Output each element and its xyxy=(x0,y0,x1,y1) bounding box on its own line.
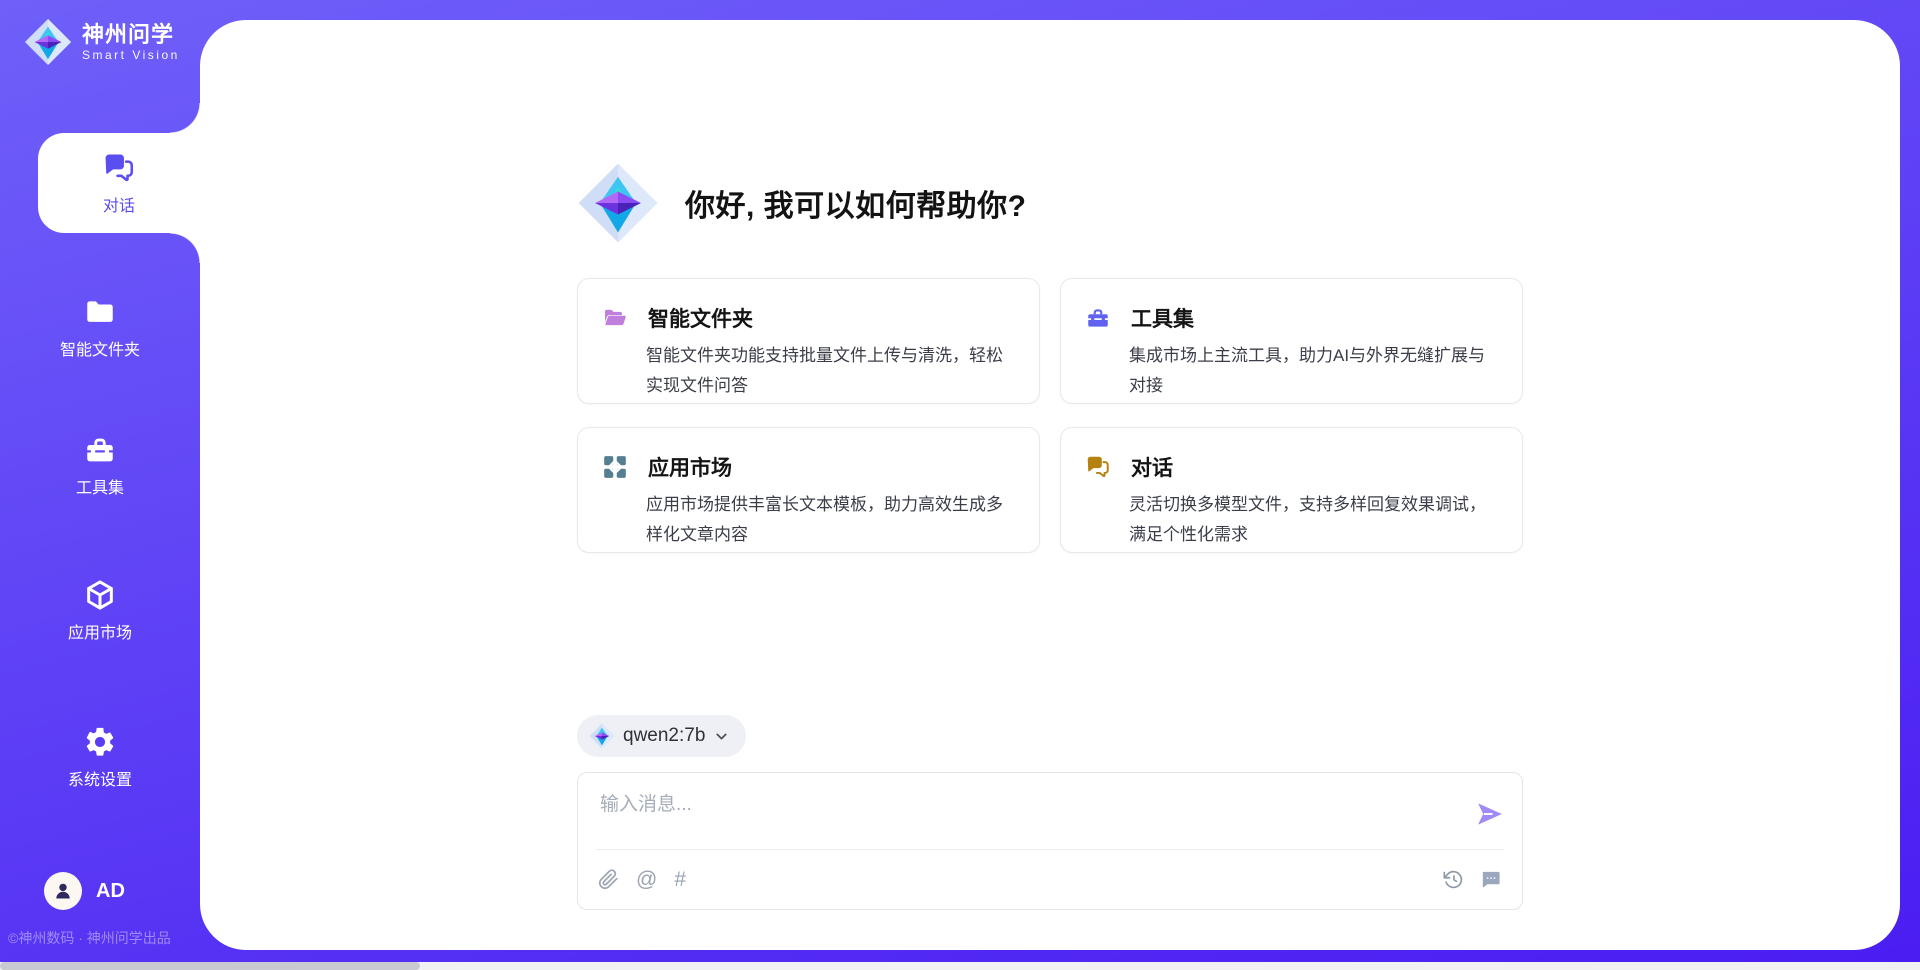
card-description: 灵活切换多模型文件，支持多样回复效果调试，满足个性化需求 xyxy=(1129,490,1498,550)
greeting: 你好, 我可以如何帮助你? xyxy=(577,20,1523,244)
message-composer: @ # xyxy=(577,772,1523,910)
person-icon xyxy=(51,879,75,903)
sidebar-item-label: 系统设置 xyxy=(68,766,132,790)
brand-subtitle: Smart Vision xyxy=(82,48,180,62)
model-selector[interactable]: qwen2:7b xyxy=(577,715,746,757)
card-chat[interactable]: 对话 灵活切换多模型文件，支持多样回复效果调试，满足个性化需求 xyxy=(1060,427,1523,553)
sidebar-item-label: 智能文件夹 xyxy=(60,336,140,360)
folder-icon xyxy=(83,295,117,329)
card-smart-folder[interactable]: 智能文件夹 智能文件夹功能支持批量文件上传与清洗，轻松实现文件问答 xyxy=(577,278,1040,404)
card-description: 应用市场提供丰富长文本模板，助力高效生成多样化文章内容 xyxy=(646,490,1015,550)
user-profile[interactable]: AD xyxy=(44,872,125,910)
mention-icon[interactable]: @ xyxy=(636,869,657,890)
sidebar-item-label: 工具集 xyxy=(76,474,124,498)
composer-toolbar: @ # xyxy=(578,849,1522,909)
attach-icon[interactable] xyxy=(598,869,619,890)
history-icon[interactable] xyxy=(1443,869,1464,890)
hashtag-icon[interactable]: # xyxy=(674,869,686,890)
avatar xyxy=(44,872,82,910)
card-description: 智能文件夹功能支持批量文件上传与清洗，轻松实现文件问答 xyxy=(646,341,1015,401)
chevron-down-icon xyxy=(713,728,730,745)
chat-icon xyxy=(102,151,136,185)
brand-diamond-icon xyxy=(589,723,615,749)
sidebar-item-smart-folder[interactable]: 智能文件夹 xyxy=(0,292,200,362)
user-initials: AD xyxy=(96,880,125,903)
brand-name: 神州问学 xyxy=(82,22,180,47)
card-description: 集成市场上主流工具，助力AI与外界无缝扩展与对接 xyxy=(1129,341,1498,401)
cube-icon xyxy=(83,578,117,612)
sidebar-item-label: 对话 xyxy=(103,192,135,216)
sidebar-item-label: 应用市场 xyxy=(68,619,132,643)
scrollbar-thumb[interactable] xyxy=(0,962,420,970)
sidebar-item-app-market[interactable]: 应用市场 xyxy=(0,575,200,645)
send-button[interactable] xyxy=(1474,799,1506,831)
modules-icon xyxy=(602,454,628,480)
chat-icon xyxy=(1085,454,1111,480)
card-title: 应用市场 xyxy=(648,452,732,482)
message-input[interactable] xyxy=(600,789,1452,843)
sidebar-item-settings[interactable]: 系统设置 xyxy=(0,722,200,792)
send-icon xyxy=(1475,799,1505,829)
brand-logo: 神州问学 Smart Vision xyxy=(24,18,180,66)
toolbox-icon xyxy=(1085,305,1111,331)
card-title: 智能文件夹 xyxy=(648,303,753,333)
model-name: qwen2:7b xyxy=(623,725,705,747)
sidebar: 神州问学 Smart Vision 对话 智能文件夹 xyxy=(0,0,200,970)
card-title: 对话 xyxy=(1131,452,1173,482)
brand-text: 神州问学 Smart Vision xyxy=(82,22,180,61)
main-panel: 你好, 我可以如何帮助你? 智能文件夹 智能文件夹功能支持批量文件上传与清洗，轻… xyxy=(200,20,1900,950)
greeting-title: 你好, 我可以如何帮助你? xyxy=(685,181,1027,225)
brand-diamond-icon xyxy=(24,18,72,66)
gear-icon xyxy=(83,725,117,759)
toolbox-icon xyxy=(83,433,117,467)
chat-square-icon[interactable] xyxy=(1479,868,1502,891)
sidebar-item-chat[interactable]: 对话 xyxy=(38,133,200,233)
folder-open-icon xyxy=(602,305,628,331)
sidebar-nav: 对话 智能文件夹 工具集 应用市场 xyxy=(0,133,200,792)
horizontal-scrollbar[interactable] xyxy=(0,962,1920,970)
brand-diamond-icon xyxy=(577,162,659,244)
sidebar-footer: ©神州数码 · 神州问学出品 xyxy=(8,928,208,948)
card-title: 工具集 xyxy=(1131,303,1194,333)
card-toolset[interactable]: 工具集 集成市场上主流工具，助力AI与外界无缝扩展与对接 xyxy=(1060,278,1523,404)
sidebar-item-toolset[interactable]: 工具集 xyxy=(0,430,200,500)
card-app-market[interactable]: 应用市场 应用市场提供丰富长文本模板，助力高效生成多样化文章内容 xyxy=(577,427,1040,553)
feature-cards: 智能文件夹 智能文件夹功能支持批量文件上传与清洗，轻松实现文件问答 xyxy=(577,278,1523,553)
